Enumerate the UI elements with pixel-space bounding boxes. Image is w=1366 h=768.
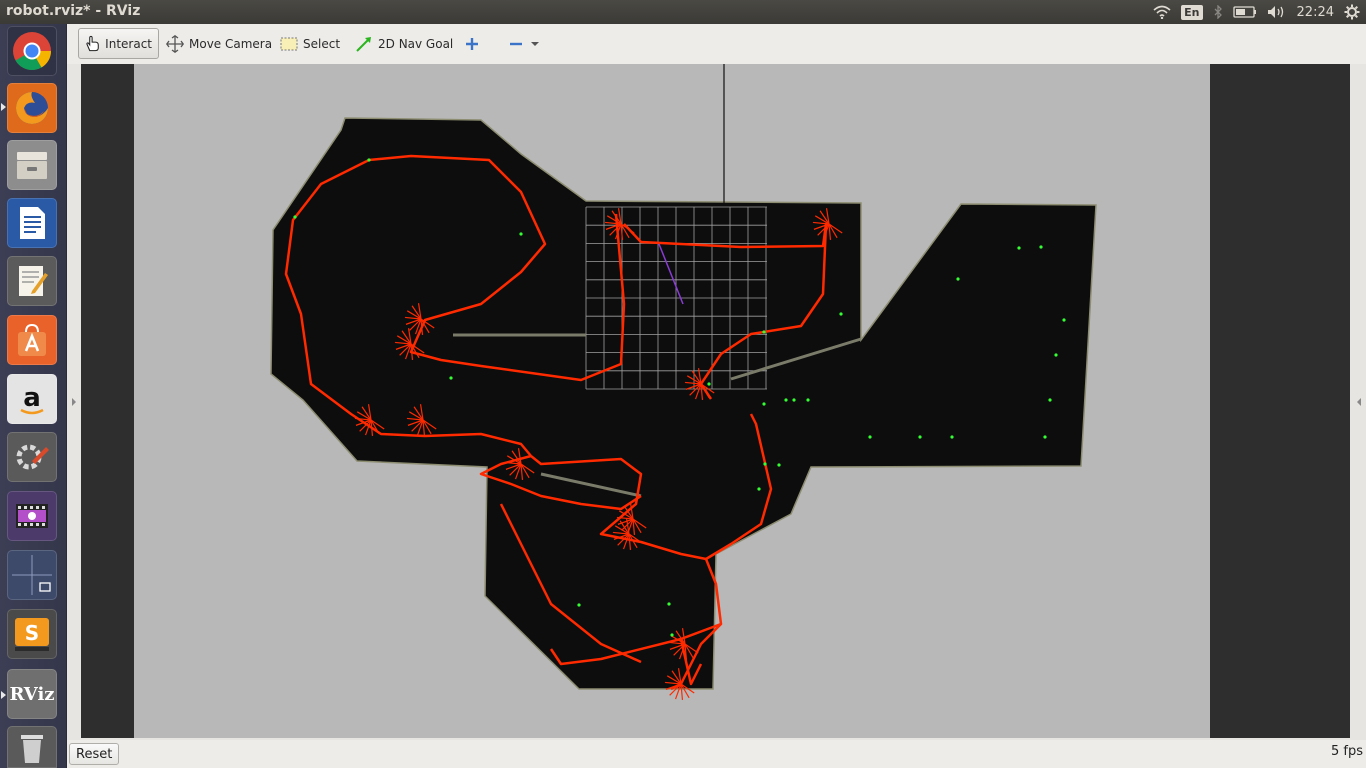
map-render xyxy=(81,64,1350,738)
waypoint-dot xyxy=(1017,246,1021,250)
dark-margin-left xyxy=(81,64,134,738)
svg-text:a: a xyxy=(23,383,41,413)
waypoint-dot xyxy=(1043,435,1047,439)
language-label: En xyxy=(1181,4,1203,20)
system-settings-icon[interactable] xyxy=(7,432,57,482)
add-tool-button[interactable] xyxy=(459,28,490,59)
software-center-icon[interactable] xyxy=(7,315,57,365)
minus-icon xyxy=(510,42,522,45)
waypoint-dot xyxy=(1054,353,1058,357)
chevron-down-icon xyxy=(531,41,539,46)
nav-goal-label: 2D Nav Goal xyxy=(378,36,454,51)
tool-bar: Interact Move Camera Select 2D Nav Goal xyxy=(67,24,1366,65)
waypoint-dot xyxy=(762,330,766,334)
select-label: Select xyxy=(303,36,341,51)
remove-tool-button[interactable] xyxy=(503,28,545,59)
writer-icon[interactable] xyxy=(7,198,57,248)
rviz-icon[interactable]: RViz xyxy=(7,669,57,719)
waypoint-dot xyxy=(956,277,960,281)
waypoint-dot xyxy=(367,158,371,162)
status-bar: Reset 5 fps xyxy=(67,740,1366,768)
rviz-icon-label: RViz xyxy=(9,683,55,705)
select-icon xyxy=(280,37,298,50)
waypoint-dot xyxy=(839,312,843,316)
workspace-switcher-icon[interactable] xyxy=(7,550,57,600)
waypoint-dot xyxy=(918,435,922,439)
dark-margin-right xyxy=(1210,64,1350,738)
fps-counter: 5 fps xyxy=(1330,744,1363,759)
sublime-text-icon[interactable]: S xyxy=(7,609,57,659)
waypoint-dot xyxy=(1039,245,1043,249)
bluetooth-icon[interactable] xyxy=(1213,0,1223,24)
move-camera-icon xyxy=(166,34,184,53)
render-panel xyxy=(67,64,1366,740)
waypoint-dot xyxy=(519,232,523,236)
waypoint-dot xyxy=(784,398,788,402)
system-tray: En 22:24 xyxy=(1143,0,1360,24)
waypoint-dot xyxy=(449,376,453,380)
files-icon[interactable] xyxy=(7,140,57,190)
right-dock-collapse-icon[interactable] xyxy=(1357,398,1361,406)
nav-goal-tool-button[interactable]: 2D Nav Goal xyxy=(349,28,459,59)
waypoint-dot xyxy=(707,382,711,386)
move-camera-tool-button[interactable]: Move Camera xyxy=(160,28,278,59)
select-tool-button[interactable]: Select xyxy=(274,28,346,59)
svg-text:S: S xyxy=(25,621,39,645)
text-editor-icon[interactable] xyxy=(7,256,57,306)
waypoint-dot xyxy=(667,602,671,606)
gear-icon[interactable] xyxy=(1344,0,1360,24)
trash-icon[interactable] xyxy=(7,726,57,768)
reset-button[interactable]: Reset xyxy=(69,743,120,765)
battery-icon[interactable] xyxy=(1232,0,1257,24)
launcher: a S RViz xyxy=(0,24,67,768)
waypoint-dot xyxy=(762,402,766,406)
keyboard-layout-indicator[interactable]: En xyxy=(1181,0,1203,24)
video-icon[interactable] xyxy=(7,491,57,541)
interact-tool-button[interactable]: Interact xyxy=(78,28,159,59)
waypoint-dot xyxy=(792,398,796,402)
hand-icon xyxy=(86,35,99,51)
waypoint-dot xyxy=(950,435,954,439)
chrome-icon[interactable] xyxy=(7,26,57,76)
amazon-icon[interactable]: a xyxy=(7,374,57,424)
waypoint-dot xyxy=(293,215,297,219)
waypoint-dot xyxy=(777,463,781,467)
waypoint-dot xyxy=(868,435,872,439)
move-camera-label: Move Camera xyxy=(189,36,273,51)
volume-icon[interactable] xyxy=(1267,0,1287,24)
top-panel: robot.rviz* - RViz En 22:24 xyxy=(0,0,1366,24)
wifi-icon[interactable] xyxy=(1153,0,1171,24)
window-title: robot.rviz* - RViz xyxy=(6,3,141,19)
interact-label: Interact xyxy=(105,36,152,51)
3d-viewport[interactable] xyxy=(81,64,1350,738)
waypoint-dot xyxy=(1048,398,1052,402)
nav-goal-arrow-icon xyxy=(356,36,371,52)
waypoint-dot xyxy=(670,633,674,637)
waypoint-dot xyxy=(757,487,761,491)
plus-icon xyxy=(466,37,478,50)
waypoint-dot xyxy=(763,462,767,466)
waypoint-dot xyxy=(577,603,581,607)
left-dock-collapse-icon[interactable] xyxy=(72,398,76,406)
firefox-icon[interactable] xyxy=(7,83,57,133)
waypoint-dot xyxy=(1062,318,1066,322)
waypoint-dot xyxy=(806,398,810,402)
clock[interactable]: 22:24 xyxy=(1297,0,1334,24)
